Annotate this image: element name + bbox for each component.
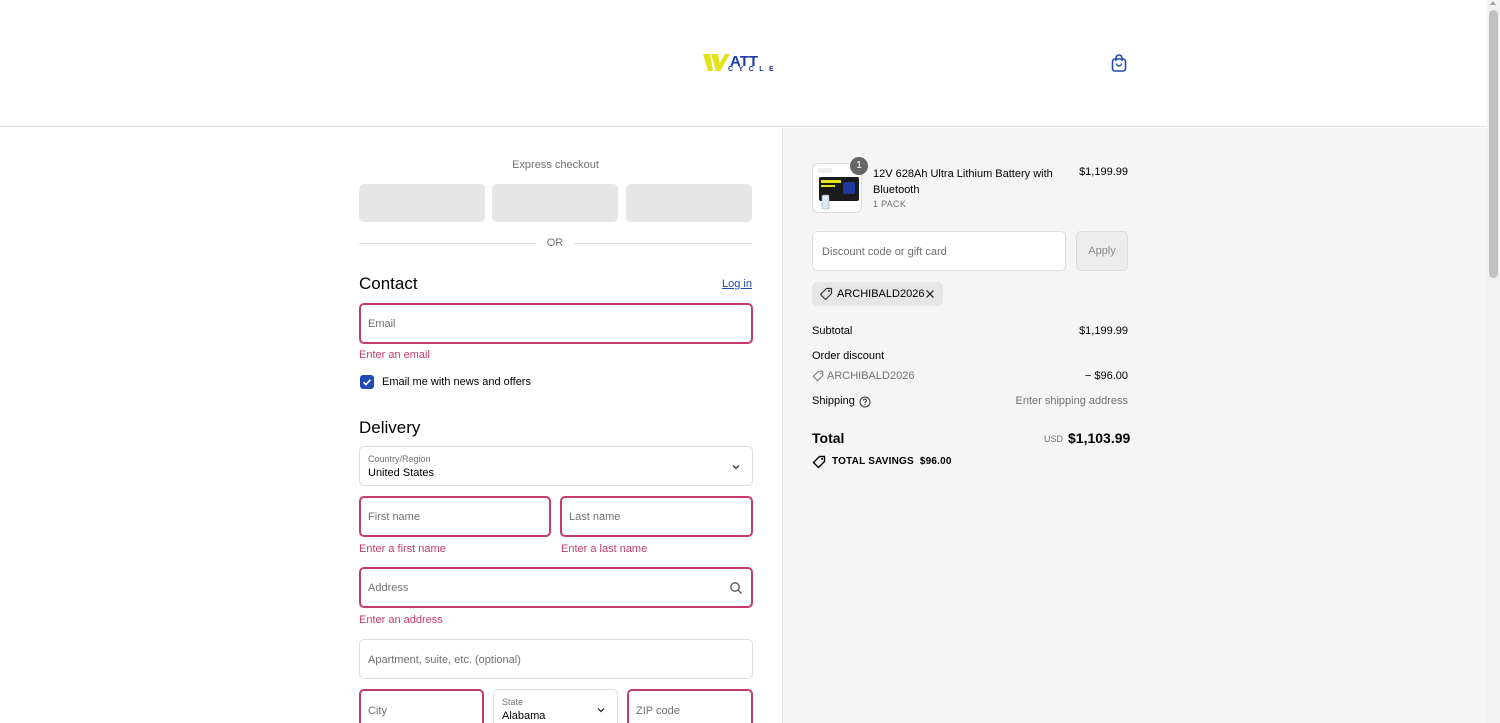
applied-discount-chip: ARCHIBALD2026 [812, 282, 943, 306]
express-pay-button-3[interactable] [626, 184, 752, 222]
last-name-placeholder: Last name [569, 511, 621, 523]
last-name-error: Enter a last name [561, 543, 648, 555]
checkmark-icon [362, 379, 372, 386]
state-select[interactable]: State Alabama [493, 689, 618, 723]
address-error: Enter an address [359, 614, 443, 626]
logo-subtext: CYCLE [728, 66, 780, 73]
newsletter-checkbox[interactable] [360, 375, 374, 389]
shopping-bag-icon[interactable] [1109, 53, 1129, 73]
subtotal-value: $1,199.99 [1079, 325, 1128, 337]
total-savings: TOTAL SAVINGS $96.00 [832, 456, 952, 467]
divider-left [359, 243, 536, 244]
country-value: United States [368, 467, 435, 479]
quantity-badge: 1 [850, 157, 868, 175]
shipping-value: Enter shipping address [1015, 395, 1128, 407]
help-icon[interactable] [859, 396, 871, 408]
login-link[interactable]: Log in [722, 278, 752, 290]
delivery-heading: Delivery [359, 418, 421, 437]
discount-amount: − $96.00 [1084, 370, 1128, 382]
state-label: State [502, 697, 524, 707]
first-name-field[interactable]: First name [359, 496, 551, 537]
shipping-label: Shipping [812, 395, 855, 407]
express-pay-button-2[interactable] [492, 184, 618, 222]
scrollbar-thumb[interactable] [1489, 10, 1498, 278]
or-divider-text: OR [546, 237, 564, 249]
total-currency: USD [1044, 434, 1064, 444]
country-label: Country/Region [368, 454, 431, 464]
discount-code-line: ARCHIBALD2026 [827, 370, 915, 382]
zip-field[interactable]: ZIP code [627, 689, 753, 723]
savings-label: TOTAL SAVINGS [832, 456, 914, 467]
product-price: $1,199.99 [1079, 166, 1128, 178]
first-name-error: Enter a first name [359, 543, 446, 555]
last-name-field[interactable]: Last name [560, 496, 753, 537]
apartment-field[interactable]: Apartment, suite, etc. (optional) [359, 639, 753, 679]
divider-right [574, 243, 752, 244]
search-icon[interactable] [729, 581, 743, 595]
chevron-down-icon [732, 465, 740, 470]
first-name-placeholder: First name [368, 511, 420, 523]
express-pay-button-1[interactable] [359, 184, 485, 222]
city-placeholder: City [368, 705, 387, 717]
order-discount-label: Order discount [812, 350, 885, 362]
total-value: $1,103.99 [1068, 430, 1131, 446]
email-field[interactable]: Email [359, 303, 753, 344]
site-header: ATT CYCLE [0, 0, 1487, 127]
state-value: Alabama [502, 710, 546, 722]
order-summary-panel [782, 128, 1487, 723]
apply-discount-button[interactable]: Apply [1076, 231, 1128, 271]
discount-placeholder: Discount code or gift card [822, 246, 947, 258]
address-placeholder: Address [368, 582, 409, 594]
product-variant: 1 PACK [873, 199, 907, 209]
newsletter-label: Email me with news and offers [382, 376, 531, 388]
country-select[interactable]: Country/Region United States [359, 446, 753, 486]
subtotal-label: Subtotal [812, 325, 853, 337]
contact-heading: Contact [359, 274, 418, 293]
scroll-up-arrow-icon[interactable] [1490, 1, 1496, 5]
apartment-placeholder: Apartment, suite, etc. (optional) [368, 654, 521, 666]
address-field[interactable]: Address [359, 567, 753, 608]
chevron-down-icon [597, 708, 605, 713]
applied-discount-code: ARCHIBALD2026 [837, 288, 925, 300]
tag-icon [812, 370, 824, 382]
tag-icon [819, 287, 833, 301]
email-placeholder: Email [368, 318, 396, 330]
city-field[interactable]: City [359, 689, 484, 723]
savings-tag-icon [812, 455, 826, 469]
remove-discount-icon[interactable] [924, 288, 936, 300]
express-checkout-label: Express checkout [512, 159, 599, 171]
zip-placeholder: ZIP code [636, 705, 680, 717]
email-error: Enter an email [359, 349, 430, 361]
product-name: 12V 628Ah Ultra Lithium Battery with Blu… [873, 168, 1053, 196]
total-label: Total [812, 430, 845, 446]
discount-code-input[interactable]: Discount code or gift card [812, 231, 1066, 271]
savings-value: $96.00 [919, 456, 952, 467]
